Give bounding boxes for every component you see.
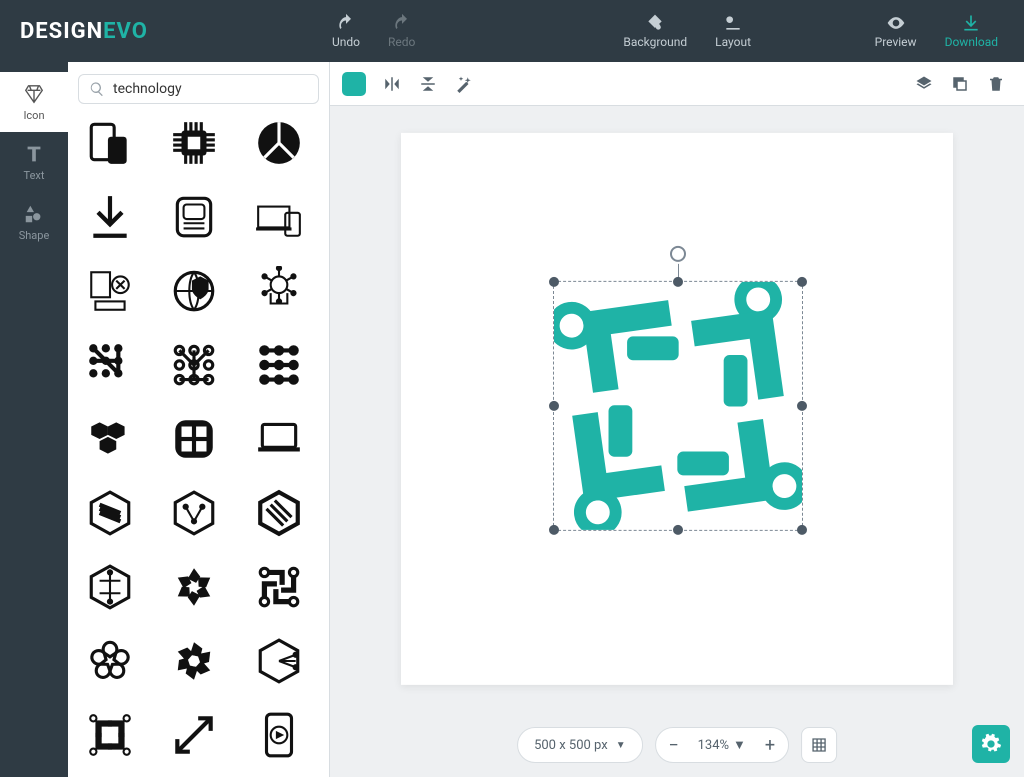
duplicate-button[interactable]: [944, 68, 976, 100]
icon-grid: [68, 116, 329, 777]
swirl-hex-icon[interactable]: [162, 560, 226, 614]
laptop-icon[interactable]: [247, 412, 311, 466]
chevron-down-icon: ▼: [733, 737, 746, 753]
search-input[interactable]: [113, 81, 308, 97]
sidenav-icon[interactable]: Icon: [0, 72, 68, 132]
side-nav: Icon Text Shape: [0, 62, 68, 777]
effects-button[interactable]: [448, 68, 480, 100]
grid-icon: [811, 737, 827, 753]
gear-icon: [980, 733, 1002, 755]
magic-icon: [455, 75, 473, 93]
window-tiles-icon[interactable]: [162, 412, 226, 466]
resize-handle-tm[interactable]: [673, 276, 683, 286]
selected-logo-shape[interactable]: [554, 281, 802, 529]
hex-cluster-icon[interactable]: [78, 412, 142, 466]
download-arrow-icon[interactable]: [78, 190, 142, 244]
gear-swirl-icon[interactable]: [162, 634, 226, 688]
hex-plug-icon[interactable]: [247, 634, 311, 688]
flip-horizontal-button[interactable]: [376, 68, 408, 100]
hex-lines-icon[interactable]: [247, 486, 311, 540]
search-icon: [89, 81, 105, 97]
pie-network-icon[interactable]: [247, 116, 311, 170]
layout-icon: [723, 13, 743, 33]
settings-fab[interactable]: [972, 725, 1010, 763]
flip-v-icon: [419, 75, 437, 93]
devices-icon[interactable]: [78, 116, 142, 170]
paint-icon: [645, 13, 665, 33]
sim-card-icon[interactable]: [162, 190, 226, 244]
zoom-in-button[interactable]: +: [752, 727, 788, 763]
layers-button[interactable]: [908, 68, 940, 100]
shapes-icon: [23, 203, 45, 225]
sidenav-shape[interactable]: Shape: [0, 192, 68, 252]
arrows-diag-icon[interactable]: [162, 708, 226, 762]
zoom-out-button[interactable]: −: [656, 727, 692, 763]
hex-node-icon[interactable]: [78, 560, 142, 614]
object-toolbar: [330, 62, 1024, 106]
search-box[interactable]: [78, 74, 319, 104]
chip-icon[interactable]: [162, 116, 226, 170]
icon-panel: [68, 62, 330, 777]
eye-icon: [886, 13, 906, 33]
fill-color-swatch[interactable]: [342, 72, 366, 96]
canvas-area[interactable]: 500 x 500 px ▼ − 134% ▼ +: [330, 106, 1024, 777]
resize-handle-ml[interactable]: [549, 400, 559, 410]
delete-button[interactable]: [980, 68, 1012, 100]
rotary-circuit-icon[interactable]: [247, 560, 311, 614]
zoom-value-dropdown[interactable]: 134% ▼: [692, 737, 752, 753]
download-button[interactable]: Download: [931, 0, 1012, 62]
undo-icon: [336, 13, 356, 33]
redo-icon: [392, 13, 412, 33]
resize-handle-tl[interactable]: [549, 276, 559, 286]
rotate-handle[interactable]: [670, 245, 686, 261]
download-icon: [961, 13, 981, 33]
background-button[interactable]: Background: [609, 0, 701, 62]
circuit-brain-icon[interactable]: [247, 264, 311, 318]
connection-nodes-icon[interactable]: [162, 338, 226, 392]
topbar: DESIGNEVO Undo Redo Background Layout Pr…: [0, 0, 1024, 62]
redo-button[interactable]: Redo: [374, 0, 429, 62]
text-icon: [23, 143, 45, 165]
resize-handle-br[interactable]: [797, 524, 807, 534]
undo-button[interactable]: Undo: [318, 0, 374, 62]
chevron-down-icon: ▼: [616, 740, 626, 751]
diamond-icon: [23, 83, 45, 105]
zoom-control: − 134% ▼ +: [655, 727, 789, 763]
layers-icon: [915, 75, 933, 93]
laptop-phone-icon[interactable]: [247, 190, 311, 244]
sidenav-text[interactable]: Text: [0, 132, 68, 192]
globe-shield-icon[interactable]: [162, 264, 226, 318]
hex-stripes-icon[interactable]: [78, 486, 142, 540]
preview-button[interactable]: Preview: [861, 0, 931, 62]
resize-handle-mr[interactable]: [797, 400, 807, 410]
bottom-bar: 500 x 500 px ▼ − 134% ▼ +: [517, 727, 837, 763]
layout-button[interactable]: Layout: [701, 0, 765, 62]
pattern-dots-icon[interactable]: [78, 338, 142, 392]
resize-handle-bl[interactable]: [549, 524, 559, 534]
grid-nodes-icon[interactable]: [247, 338, 311, 392]
dashboard-research-icon[interactable]: [78, 264, 142, 318]
hex-circuit-icon[interactable]: [162, 486, 226, 540]
editor-area: 500 x 500 px ▼ − 134% ▼ +: [330, 62, 1024, 777]
canvas-size-dropdown[interactable]: 500 x 500 px ▼: [517, 727, 643, 763]
flip-vertical-button[interactable]: [412, 68, 444, 100]
flip-h-icon: [383, 75, 401, 93]
trash-icon: [987, 75, 1005, 93]
selection-box[interactable]: [553, 280, 803, 530]
resize-handle-tr[interactable]: [797, 276, 807, 286]
smartphone-play-icon[interactable]: [247, 708, 311, 762]
brand-logo: DESIGNEVO: [0, 19, 168, 44]
swirl-circuit-icon[interactable]: [78, 708, 142, 762]
artboard[interactable]: [401, 132, 953, 684]
resize-handle-bm[interactable]: [673, 524, 683, 534]
grid-toggle-button[interactable]: [801, 727, 837, 763]
rotary-leaf-icon[interactable]: [78, 634, 142, 688]
copy-icon: [951, 75, 969, 93]
